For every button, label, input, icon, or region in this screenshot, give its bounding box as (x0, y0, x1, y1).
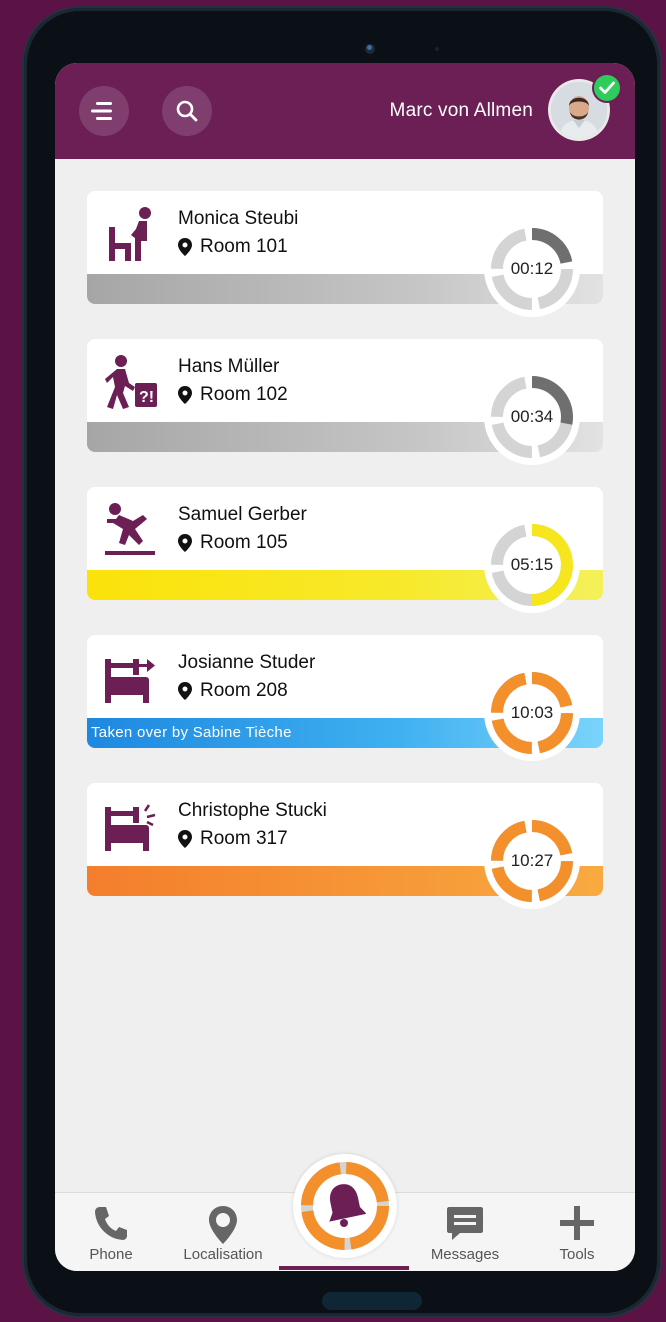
location-pin-icon (178, 534, 192, 552)
person-wandering-icon: ?! (105, 355, 157, 409)
alert-timer: 10:03 (484, 665, 580, 761)
phone-icon (95, 1207, 127, 1240)
menu-icon (91, 102, 112, 120)
room-number: Room 101 (200, 236, 288, 257)
room-number: Room 102 (200, 384, 288, 405)
patient-name: Hans Müller (178, 356, 280, 377)
alert-card[interactable]: Taken over by Sabine Tièche Josianne Stu… (87, 635, 603, 761)
location-pin-icon (178, 682, 192, 700)
location-pin-icon (178, 830, 192, 848)
search-icon (176, 100, 198, 122)
timer-value: 10:27 (510, 851, 554, 870)
timer-value: 05:15 (510, 555, 554, 574)
nav-tools[interactable]: Tools (521, 1193, 633, 1271)
room-number: Room 105 (200, 532, 288, 553)
proximity-sensor (435, 47, 439, 51)
room-number: Room 208 (200, 680, 288, 701)
nav-localisation[interactable]: Localisation (167, 1193, 279, 1271)
room-label: Room 102 (178, 384, 288, 406)
timer-value: 00:34 (510, 407, 554, 426)
app-header: Marc von Allmen (55, 63, 635, 159)
alert-timer: 00:34 (484, 369, 580, 465)
room-number: Room 317 (200, 828, 288, 849)
home-indicator[interactable] (322, 1292, 422, 1310)
patient-name: Christophe Stucki (178, 800, 327, 821)
alert-timer: 00:12 (484, 221, 580, 317)
bed-alarm-icon (105, 804, 156, 851)
patient-name: Monica Steubi (178, 208, 299, 229)
nav-tools-label: Tools (559, 1246, 595, 1263)
bed-exit-icon (105, 659, 155, 703)
alert-card[interactable]: Samuel Gerber Room 105 05:15 (87, 487, 603, 613)
room-label: Room 105 (178, 532, 288, 554)
user-name: Marc von Allmen (389, 100, 533, 121)
person-getting-up-icon (109, 207, 151, 261)
location-pin-icon (178, 238, 192, 256)
plus-icon (560, 1206, 594, 1240)
timer-value: 00:12 (510, 259, 554, 278)
app-screen: Marc von Allmen Monica Steubi Room 101 0… (55, 63, 635, 1271)
alert-card[interactable]: Monica Steubi Room 101 00:12 (87, 191, 603, 317)
alert-card[interactable]: Christophe Stucki Room 317 10:27 (87, 783, 603, 909)
bell-icon (329, 1184, 366, 1227)
svg-text:?!: ?! (139, 389, 154, 406)
room-label: Room 317 (178, 828, 288, 850)
nav-phone[interactable]: Phone (55, 1193, 167, 1271)
nav-phone-label: Phone (89, 1246, 133, 1263)
nav-localisation-label: Localisation (183, 1246, 263, 1263)
messages-icon (447, 1207, 483, 1240)
front-camera (362, 41, 378, 57)
location-icon (209, 1206, 237, 1244)
patient-name: Samuel Gerber (178, 504, 307, 525)
taken-over-label: Taken over by Sabine Tièche (91, 724, 292, 741)
patient-name: Josianne Studer (178, 652, 316, 673)
menu-button[interactable] (79, 86, 129, 136)
room-label: Room 208 (178, 680, 288, 702)
search-button[interactable] (162, 86, 212, 136)
person-falling-icon (105, 503, 155, 555)
active-tab-indicator (279, 1266, 409, 1270)
alert-card[interactable]: ?! Hans Müller Room 102 00:34 (87, 339, 603, 465)
nav-messages[interactable]: Messages (409, 1193, 521, 1271)
timer-value: 10:03 (510, 703, 554, 722)
alert-timer: 05:15 (484, 517, 580, 613)
status-check-icon (594, 75, 620, 101)
alert-timer: 10:27 (484, 813, 580, 909)
nav-alarms-button[interactable] (293, 1154, 397, 1258)
nav-messages-label: Messages (430, 1246, 500, 1263)
room-label: Room 101 (178, 236, 288, 258)
location-pin-icon (178, 386, 192, 404)
